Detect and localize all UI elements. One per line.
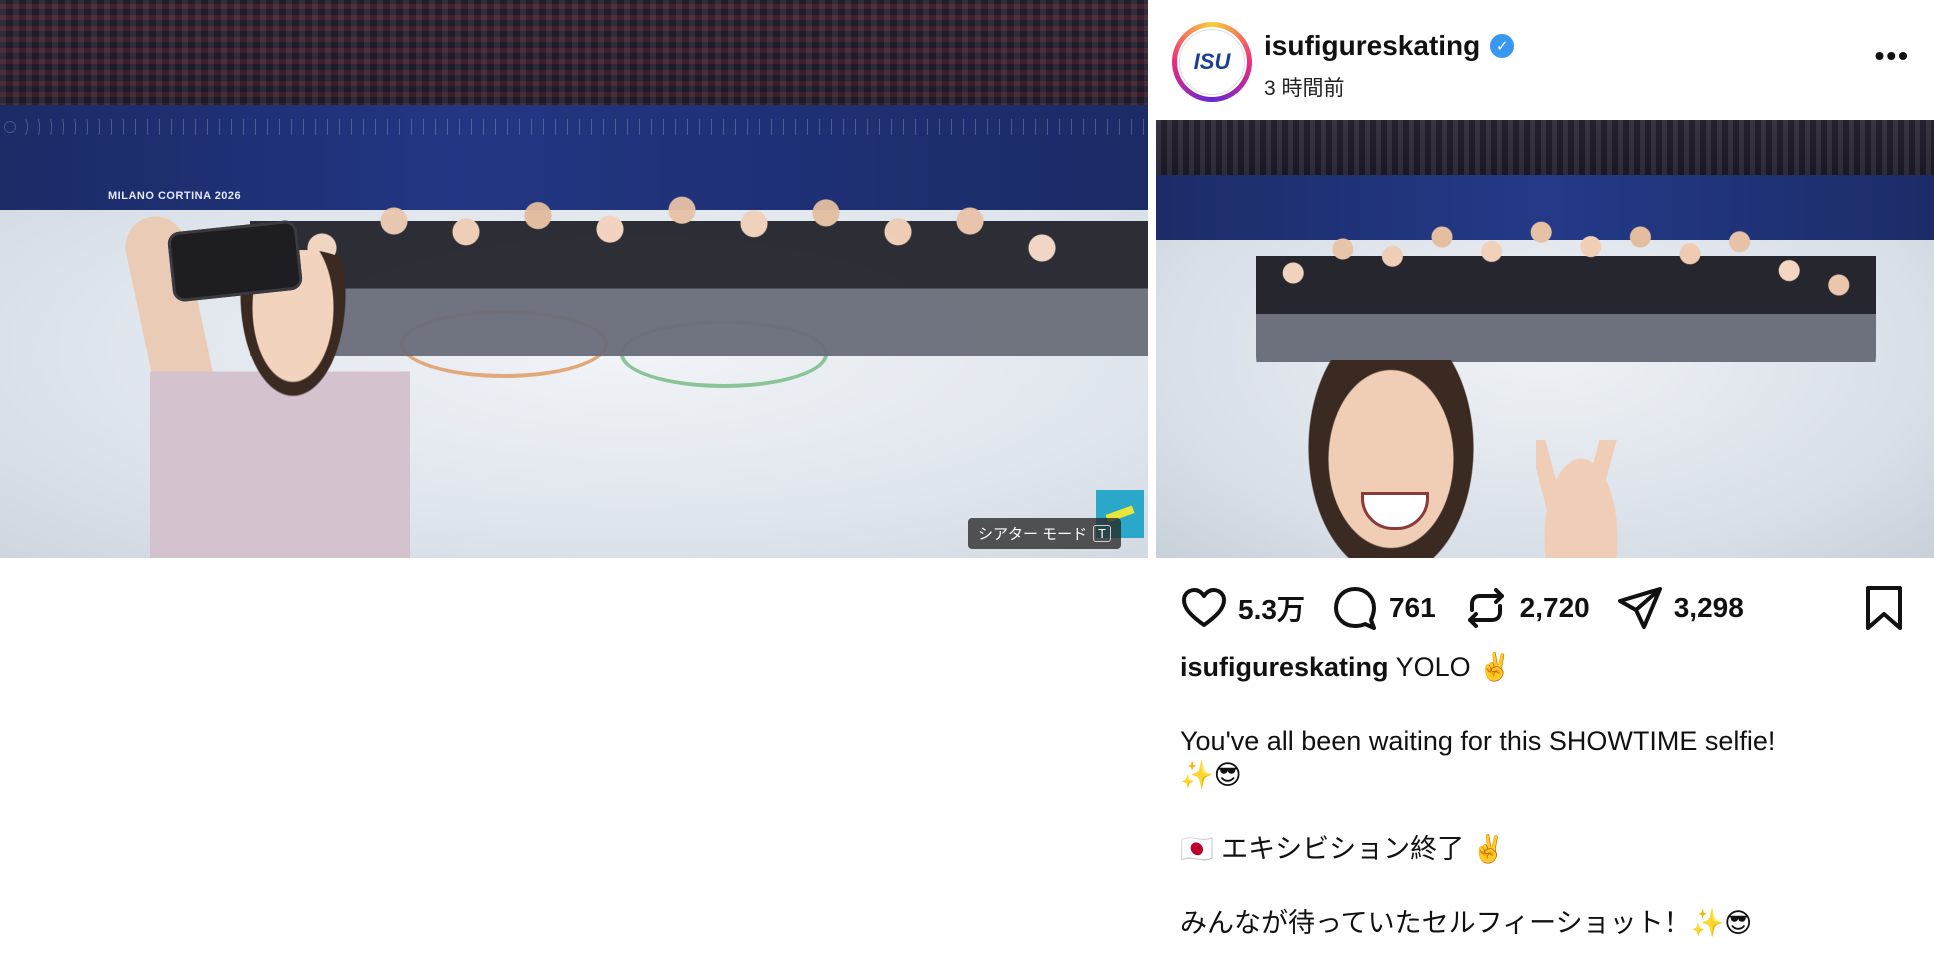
verified-badge-icon: ✓ bbox=[1490, 34, 1515, 58]
share-action[interactable]: 3,298 bbox=[1616, 584, 1744, 632]
caption-line-3: ✨😎 bbox=[1180, 760, 1242, 790]
more-options-icon[interactable]: ••• bbox=[1875, 40, 1910, 72]
instagram-post: ISU isufigureskating ✓ 3 時間前 ••• 5.3万 76… bbox=[1156, 0, 1934, 967]
post-time: 3 時間前 bbox=[1264, 77, 1345, 100]
theater-mode-tooltip: シアター モード T bbox=[968, 518, 1122, 549]
post-image-peace-hand bbox=[1536, 440, 1626, 558]
comment-icon bbox=[1333, 587, 1376, 630]
post-caption: isufigureskating YOLO ✌️ You've all been… bbox=[1180, 650, 1910, 940]
post-username-row: isufigureskating ✓ bbox=[1264, 30, 1515, 62]
like-count: 5.3万 bbox=[1238, 594, 1305, 625]
repost-icon bbox=[1467, 588, 1504, 628]
theater-mode-label: シアター モード bbox=[978, 526, 1088, 543]
bookmark-icon bbox=[1866, 586, 1902, 630]
repost-action[interactable]: 2,720 bbox=[1462, 584, 1590, 632]
share-count: 3,298 bbox=[1673, 592, 1744, 623]
olympic-rings-pattern bbox=[0, 119, 1148, 135]
post-actions: 5.3万 761 2,720 3,298 bbox=[1180, 580, 1914, 636]
repost-count: 2,720 bbox=[1519, 592, 1590, 623]
heart-icon bbox=[1182, 588, 1226, 627]
post-image[interactable] bbox=[1156, 120, 1934, 558]
share-icon bbox=[1617, 587, 1662, 629]
video-player[interactable]: MILANO CORTINA 2026 シアター モード T bbox=[0, 0, 1148, 558]
caption-line-5: みんなが待っていたセルフィーショット！✨😎 bbox=[1180, 908, 1753, 938]
like-action[interactable]: 5.3万 bbox=[1180, 584, 1305, 632]
board-text: MILANO CORTINA 2026 bbox=[108, 190, 242, 202]
caption-line-2: You've all been waiting for this SHOWTIM… bbox=[1180, 726, 1776, 756]
post-username[interactable]: isufigureskating bbox=[1264, 30, 1480, 62]
caption-line-4: 🇯🇵 エキシビション終了 ✌️ bbox=[1180, 834, 1506, 864]
avatar[interactable]: ISU bbox=[1172, 22, 1252, 102]
comment-action[interactable]: 761 bbox=[1331, 584, 1436, 632]
caption-first-line: YOLO ✌️ bbox=[1395, 652, 1512, 682]
theater-mode-shortcut: T bbox=[1093, 525, 1112, 542]
comment-count: 761 bbox=[1388, 592, 1436, 623]
caption-username[interactable]: isufigureskating bbox=[1180, 652, 1389, 682]
phone bbox=[166, 219, 304, 303]
bookmark-button[interactable] bbox=[1862, 584, 1906, 637]
avatar-logo: ISU bbox=[1179, 29, 1245, 95]
